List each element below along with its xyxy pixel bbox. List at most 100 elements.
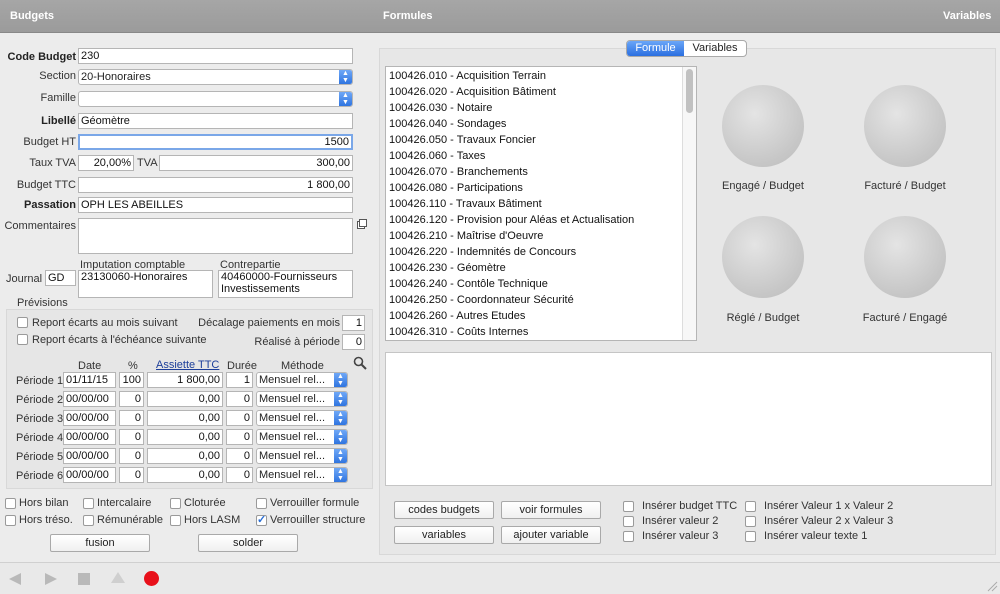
codes-budgets-button[interactable]: codes budgets <box>394 501 494 519</box>
period-duree-field[interactable]: 0 <box>226 429 253 445</box>
resize-grip-icon[interactable] <box>987 581 998 594</box>
scrollbar-thumb[interactable] <box>686 69 693 113</box>
variables-button[interactable]: variables <box>394 526 494 544</box>
realise-field[interactable]: 0 <box>342 334 365 350</box>
period-date-field[interactable]: 00/00/00 <box>63 391 116 407</box>
taux-tva-field[interactable]: 20,00% <box>78 155 134 171</box>
period-date-field[interactable]: 01/11/15 <box>63 372 116 388</box>
formula-list-item[interactable]: 100426.020 - Acquisition Bâtiment <box>386 84 696 100</box>
formula-list-item[interactable]: 100426.250 - Coordonnateur Sécurité <box>386 292 696 308</box>
hors-bilan-checkbox[interactable] <box>5 498 16 509</box>
insert-v1xv2-checkbox[interactable] <box>745 501 756 512</box>
voir-formules-button[interactable]: voir formules <box>501 501 601 519</box>
formula-list-item[interactable]: 100426.220 - Indemnités de Concours <box>386 244 696 260</box>
chevron-updown-icon: ▲ ▼ <box>334 392 347 406</box>
tab-variables[interactable]: Variables <box>684 41 746 56</box>
period-duree-field[interactable]: 1 <box>226 372 253 388</box>
period-amount-field[interactable]: 0,00 <box>147 410 223 426</box>
period-methode-select[interactable]: Mensuel rel... ▲ ▼ <box>256 467 348 483</box>
hors-lasm-checkbox[interactable] <box>170 515 181 526</box>
imputation-field[interactable]: 23130060-Honoraires <box>78 270 213 298</box>
tva-field[interactable]: 300,00 <box>159 155 353 171</box>
period-pct-field[interactable]: 0 <box>119 448 144 464</box>
fusion-button[interactable]: fusion <box>50 534 150 552</box>
period-amount-field[interactable]: 0,00 <box>147 467 223 483</box>
report-echeance-checkbox[interactable] <box>17 334 28 345</box>
budget-ttc-field[interactable]: 1 800,00 <box>78 177 353 193</box>
formula-list-item[interactable]: 100426.310 - Coûts Internes <box>386 324 696 340</box>
period-date-field[interactable]: 00/00/00 <box>63 448 116 464</box>
period-methode-select[interactable]: Mensuel rel... ▲ ▼ <box>256 410 348 426</box>
budget-ht-field[interactable]: 1500 <box>78 134 353 150</box>
formula-list-item[interactable]: 100426.060 - Taxes <box>386 148 696 164</box>
formula-list-item[interactable]: 100426.010 - Acquisition Terrain <box>386 68 696 84</box>
period-amount-field[interactable]: 0,00 <box>147 448 223 464</box>
code-budget-field[interactable]: 230 <box>78 48 353 64</box>
search-icon[interactable] <box>353 356 367 370</box>
solder-button[interactable]: solder <box>198 534 298 552</box>
insert-texte1-checkbox[interactable] <box>745 531 756 542</box>
formula-list-item[interactable]: 100426.080 - Participations <box>386 180 696 196</box>
period-pct-field[interactable]: 0 <box>119 391 144 407</box>
ajouter-variable-button[interactable]: ajouter variable <box>501 526 601 544</box>
period-duree-field[interactable]: 0 <box>226 410 253 426</box>
commentaires-field[interactable] <box>78 218 353 254</box>
passation-field[interactable]: OPH LES ABEILLES <box>78 197 353 213</box>
previous-icon[interactable] <box>8 572 22 589</box>
remunerable-checkbox[interactable] <box>83 515 94 526</box>
insert-valeur3-checkbox[interactable] <box>623 531 634 542</box>
period-methode-select[interactable]: Mensuel rel... ▲ ▼ <box>256 448 348 464</box>
period-methode-select[interactable]: Mensuel rel... ▲ ▼ <box>256 391 348 407</box>
period-methode-select[interactable]: Mensuel rel... ▲ ▼ <box>256 372 348 388</box>
verrouiller-formule-checkbox[interactable] <box>256 498 267 509</box>
period-date-field[interactable]: 00/00/00 <box>63 410 116 426</box>
eject-icon[interactable] <box>110 571 126 588</box>
insert-budget-ttc-checkbox[interactable] <box>623 501 634 512</box>
period-date-field[interactable]: 00/00/00 <box>63 467 116 483</box>
record-icon[interactable] <box>143 570 160 590</box>
period-pct-field[interactable]: 0 <box>119 467 144 483</box>
formula-editor[interactable] <box>385 352 992 486</box>
formula-list-item[interactable]: 100426.040 - Sondages <box>386 116 696 132</box>
formula-list-item[interactable]: 100426.210 - Maîtrise d'Oeuvre <box>386 228 696 244</box>
formula-list-item[interactable]: 100426.240 - Contôle Technique <box>386 276 696 292</box>
formula-list-item[interactable]: 100426.260 - Autres Etudes <box>386 308 696 324</box>
contrepartie-field[interactable]: 40460000-Fournisseurs Investissements <box>218 270 353 298</box>
period-methode-select[interactable]: Mensuel rel... ▲ ▼ <box>256 429 348 445</box>
decalage-field[interactable]: 1 <box>342 315 365 331</box>
tab-formule[interactable]: Formule <box>627 41 684 56</box>
insert-v2xv3-checkbox[interactable] <box>745 516 756 527</box>
period-duree-field[interactable]: 0 <box>226 391 253 407</box>
period-amount-field[interactable]: 0,00 <box>147 429 223 445</box>
formula-list-item[interactable]: 100426.070 - Branchements <box>386 164 696 180</box>
verrouiller-structure-checkbox[interactable] <box>256 513 267 526</box>
period-duree-field[interactable]: 0 <box>226 467 253 483</box>
period-pct-field[interactable]: 100 <box>119 372 144 388</box>
period-pct-field[interactable]: 0 <box>119 410 144 426</box>
insert-valeur2-checkbox[interactable] <box>623 516 634 527</box>
list-scrollbar[interactable] <box>682 67 696 340</box>
libelle-field[interactable]: Géomètre <box>78 113 353 129</box>
period-amount-field[interactable]: 0,00 <box>147 391 223 407</box>
play-icon[interactable] <box>44 572 58 589</box>
hors-treso-checkbox[interactable] <box>5 515 16 526</box>
section-select[interactable]: 20-Honoraires ▲ ▼ <box>78 69 353 85</box>
formula-list-item[interactable]: 100426.110 - Travaux Bâtiment <box>386 196 696 212</box>
intercalaire-checkbox[interactable] <box>83 498 94 509</box>
stop-icon[interactable] <box>77 572 91 589</box>
formula-list-item[interactable]: 100426.230 - Géomètre <box>386 260 696 276</box>
journal-field[interactable]: GD <box>45 270 76 286</box>
formula-list-item[interactable]: 100426.030 - Notaire <box>386 100 696 116</box>
famille-select[interactable]: ▲ ▼ <box>78 91 353 107</box>
formula-list[interactable]: 100426.010 - Acquisition Terrain 100426.0… <box>385 66 697 341</box>
period-date-field[interactable]: 00/00/00 <box>63 429 116 445</box>
formula-list-item[interactable]: 100426.120 - Provision pour Aléas et Act… <box>386 212 696 228</box>
col-assiette-link[interactable]: Assiette TTC <box>156 359 219 371</box>
period-pct-field[interactable]: 0 <box>119 429 144 445</box>
period-amount-field[interactable]: 1 800,00 <box>147 372 223 388</box>
period-duree-field[interactable]: 0 <box>226 448 253 464</box>
expand-icon[interactable] <box>357 219 367 229</box>
cloturee-checkbox[interactable] <box>170 498 181 509</box>
report-mois-checkbox[interactable] <box>17 317 28 328</box>
formula-list-item[interactable]: 100426.050 - Travaux Foncier <box>386 132 696 148</box>
